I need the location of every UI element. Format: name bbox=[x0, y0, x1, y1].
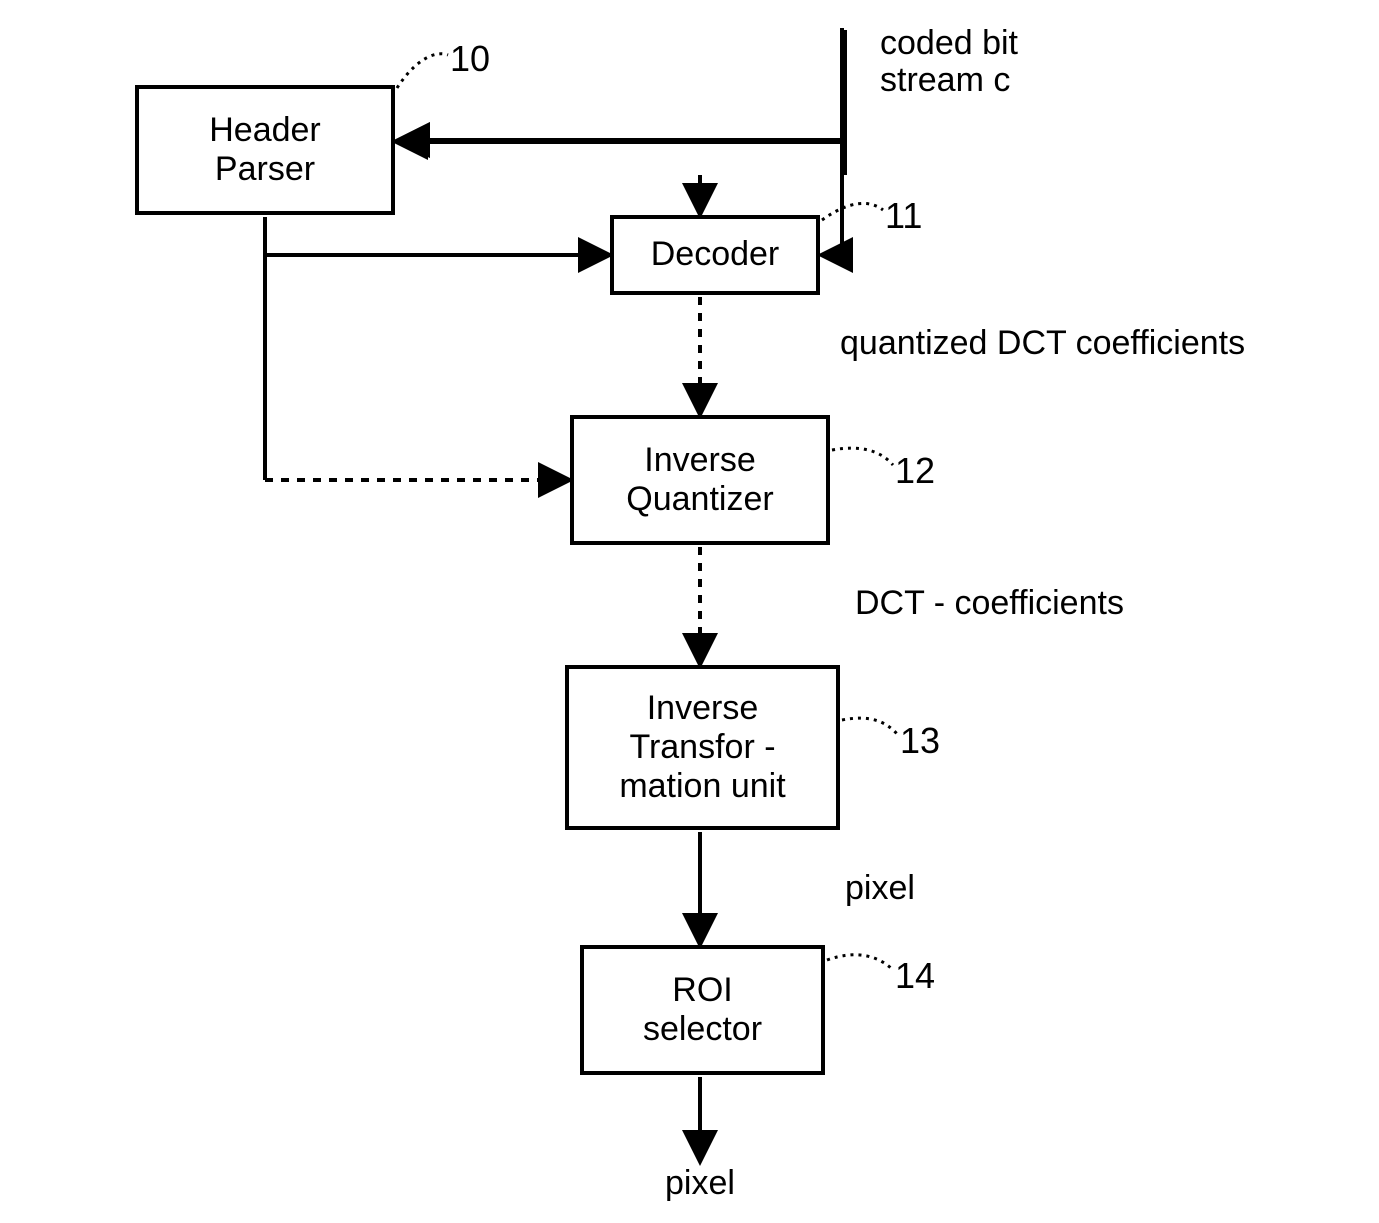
block-inverse-quantizer: Inverse Quantizer bbox=[570, 415, 830, 545]
label-input: coded bit stream c bbox=[880, 25, 1018, 100]
refnum-12: 12 bbox=[895, 450, 935, 492]
label-dct: DCT - coefficients bbox=[855, 585, 1124, 622]
block-inverse-transform-text: Inverse Transfor - mation unit bbox=[619, 689, 785, 806]
label-quantized-dct: quantized DCT coefficients bbox=[840, 325, 1245, 362]
label-pixel-1: pixel bbox=[845, 870, 915, 907]
block-inverse-quantizer-text: Inverse Quantizer bbox=[626, 441, 773, 519]
refnum-11: 11 bbox=[885, 195, 922, 237]
refnum-10: 10 bbox=[450, 38, 490, 80]
block-roi-selector: ROI selector bbox=[580, 945, 825, 1075]
block-header-parser: Header Parser bbox=[135, 85, 395, 215]
block-decoder-text: Decoder bbox=[651, 235, 780, 274]
refnum-14: 14 bbox=[895, 955, 935, 997]
label-pixel-2: pixel bbox=[665, 1165, 735, 1202]
refnum-13: 13 bbox=[900, 720, 940, 762]
diagram-canvas: Header Parser Decoder Inverse Quantizer … bbox=[0, 0, 1379, 1223]
block-inverse-transform: Inverse Transfor - mation unit bbox=[565, 665, 840, 830]
block-header-parser-text: Header Parser bbox=[209, 111, 321, 189]
block-roi-selector-text: ROI selector bbox=[643, 971, 762, 1049]
block-decoder: Decoder bbox=[610, 215, 820, 295]
